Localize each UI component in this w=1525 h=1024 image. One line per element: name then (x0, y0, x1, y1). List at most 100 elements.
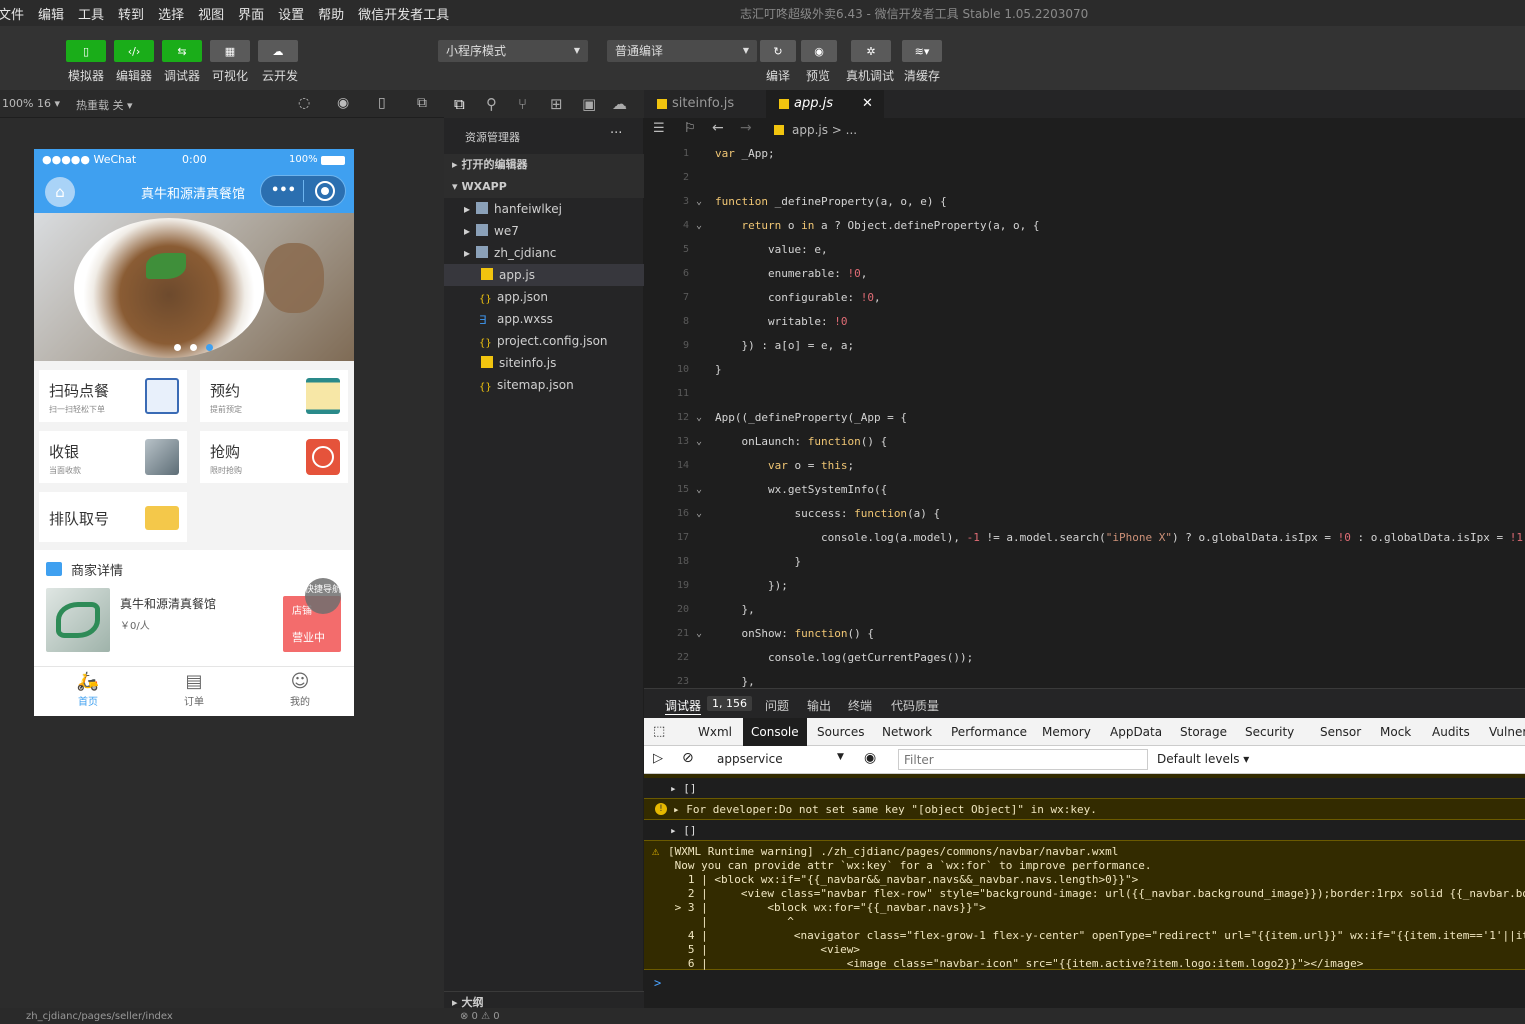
menu-wechat-devtools[interactable]: 微信开发者工具 (358, 4, 449, 23)
file-project-config-json[interactable]: {} project.config.json (444, 330, 644, 352)
code-line[interactable]: 5 value: e, (644, 238, 1525, 262)
code-line[interactable]: 7 configurable: !0, (644, 286, 1525, 310)
visual-toggle-button[interactable]: ▦ (210, 40, 250, 62)
code-line[interactable]: 22 console.log(getCurrentPages()); (644, 646, 1525, 670)
code-line[interactable]: 12 ⌄ App((_defineProperty(_App = { (644, 406, 1525, 430)
carousel-dot[interactable] (174, 344, 181, 351)
code-quality-tab[interactable]: 代码质量 (891, 697, 939, 714)
tab-console[interactable]: Console (743, 718, 807, 746)
carousel-dot[interactable] (190, 344, 197, 351)
code-line[interactable]: 6 enumerable: !0, (644, 262, 1525, 286)
log-levels-select[interactable]: Default levels ▾ (1157, 752, 1249, 766)
breadcrumb-path[interactable]: app.js > ... (792, 123, 857, 137)
code-line[interactable]: 20 }, (644, 598, 1525, 622)
cloud-dev-button[interactable]: ☁ (258, 40, 298, 62)
extensions-icon[interactable]: ⊞ (550, 95, 563, 113)
project-section[interactable]: ▾ WXAPP (444, 176, 644, 198)
tab-network[interactable]: Network (882, 718, 932, 746)
flash-sale-card[interactable]: 抢购 限时抢购 (200, 431, 348, 483)
zoom-select[interactable]: 100% 16 ▾ (2, 97, 60, 110)
folder-zh-cjdianc[interactable]: ▸ zh_cjdianc (444, 242, 644, 264)
tab-wxml[interactable]: Wxml (698, 718, 732, 746)
console-prompt[interactable]: > (654, 976, 661, 990)
scan-order-card[interactable]: 扫码点餐 扫一扫轻松下单 (39, 370, 187, 422)
menu-goto[interactable]: 转到 (118, 4, 144, 23)
code-line[interactable]: 18 } (644, 550, 1525, 574)
file-siteinfo-js[interactable]: siteinfo.js (444, 352, 644, 374)
close-miniprogram-icon[interactable] (315, 181, 335, 201)
code-line[interactable]: 19 }); (644, 574, 1525, 598)
tab-storage[interactable]: Storage (1180, 718, 1227, 746)
fold-chevron-icon[interactable]: ⌄ (696, 406, 702, 430)
stop-icon[interactable]: ◉ (337, 95, 349, 111)
more-icon[interactable]: ••• (271, 183, 296, 198)
code-line[interactable]: 9 }) : a[o] = e, a; (644, 334, 1525, 358)
code-line[interactable]: 23 }, (644, 670, 1525, 688)
forward-arrow-icon[interactable]: → (740, 120, 752, 136)
source-control-icon[interactable]: ⑂ (518, 95, 527, 113)
tab-security[interactable]: Security (1245, 718, 1294, 746)
carousel-dot-active[interactable] (206, 344, 213, 351)
tab-mine[interactable]: ☺ 我的 (270, 671, 330, 708)
fold-chevron-icon[interactable]: ⌄ (696, 502, 702, 526)
preview-button[interactable]: ◉ (801, 40, 837, 62)
fold-chevron-icon[interactable]: ⌄ (696, 190, 702, 214)
tab-sources[interactable]: Sources (817, 718, 864, 746)
docker-icon[interactable]: ☁ (612, 95, 627, 113)
code-editor[interactable]: 1 var _App; 2 3 ⌄ function _defineProperty(a,… (644, 142, 1525, 688)
tab-audits[interactable]: Audits (1432, 718, 1470, 746)
menu-edit[interactable]: 编辑 (38, 4, 64, 23)
context-select[interactable]: appservice (717, 752, 783, 766)
compile-select[interactable]: 普通编译 ▼ (607, 40, 757, 62)
phone-icon[interactable]: ▯ (378, 95, 386, 111)
folder-hanfeiwlkej[interactable]: ▸ hanfeiwlkej (444, 198, 644, 220)
tab-sensor[interactable]: Sensor (1320, 718, 1361, 746)
file-app-json[interactable]: {} app.json (444, 286, 644, 308)
more-icon[interactable]: ··· (610, 126, 622, 141)
simulator-toggle-button[interactable]: ▯ (66, 40, 106, 62)
back-arrow-icon[interactable]: ← (712, 120, 724, 136)
editor-toggle-button[interactable]: ‹/› (114, 40, 154, 62)
file-sitemap-json[interactable]: {} sitemap.json (444, 374, 644, 396)
code-line[interactable]: 4 ⌄ return o in a ? Object.defineProperty… (644, 214, 1525, 238)
menu-help[interactable]: 帮助 (318, 4, 344, 23)
detach-window-icon[interactable]: ⧉ (417, 95, 427, 111)
code-line[interactable]: 10} (644, 358, 1525, 382)
bookmark-icon[interactable]: ⚐ (684, 121, 696, 136)
menu-settings[interactable]: 设置 (278, 4, 304, 23)
list-icon[interactable]: ☰ (653, 121, 665, 136)
code-line[interactable]: 11 (644, 382, 1525, 406)
terminal-icon[interactable]: ▣ (582, 95, 596, 113)
output-tab[interactable]: 输出 (807, 697, 831, 714)
tab-orders[interactable]: ▤ 订单 (164, 671, 224, 708)
tab-mock[interactable]: Mock (1380, 718, 1411, 746)
reservation-card[interactable]: 预约 提前预定 (200, 370, 348, 422)
hot-reload-select[interactable]: 热重载 关 ▾ (76, 97, 133, 113)
clear-cache-button[interactable]: ≋▾ (902, 40, 942, 62)
close-icon[interactable]: ✕ (862, 90, 873, 118)
debugger-toggle-button[interactable]: ⇆ (162, 40, 202, 62)
compile-button[interactable]: ↻ (760, 40, 796, 62)
mode-select[interactable]: 小程序模式 ▼ (438, 40, 588, 62)
menu-view[interactable]: 视图 (198, 4, 224, 23)
file-app-wxss[interactable]: ∃ app.wxss (444, 308, 644, 330)
remote-debug-button[interactable]: ✲ (851, 40, 891, 62)
code-line[interactable]: 16 ⌄ success: function(a) { (644, 502, 1525, 526)
quick-nav-float-button[interactable]: 快捷导航 (305, 578, 341, 614)
menu-select[interactable]: 选择 (158, 4, 184, 23)
console-filter-input[interactable] (898, 749, 1148, 770)
code-line[interactable]: 8 writable: !0 (644, 310, 1525, 334)
tab-home[interactable]: 🛵 首页 (58, 671, 118, 708)
problem-counts[interactable]: ⊗ 0 ⚠ 0 (460, 1011, 500, 1022)
menu-interface[interactable]: 界面 (238, 4, 264, 23)
problems-tab[interactable]: 问题 (765, 697, 789, 714)
code-line[interactable]: 3 ⌄ function _defineProperty(a, o, e) { (644, 190, 1525, 214)
open-editors-section[interactable]: ▸ 打开的编辑器 (444, 154, 644, 176)
tab-memory[interactable]: Memory (1042, 718, 1091, 746)
fold-chevron-icon[interactable]: ⌄ (696, 430, 702, 454)
banner-image[interactable] (34, 213, 354, 361)
page-path[interactable]: zh_cjdianc/pages/seller/index (26, 1011, 173, 1022)
code-line[interactable]: 2 (644, 166, 1525, 190)
sidebar-toggle-icon[interactable]: ▷ (653, 751, 663, 766)
eye-icon[interactable]: ◉ (864, 750, 876, 766)
